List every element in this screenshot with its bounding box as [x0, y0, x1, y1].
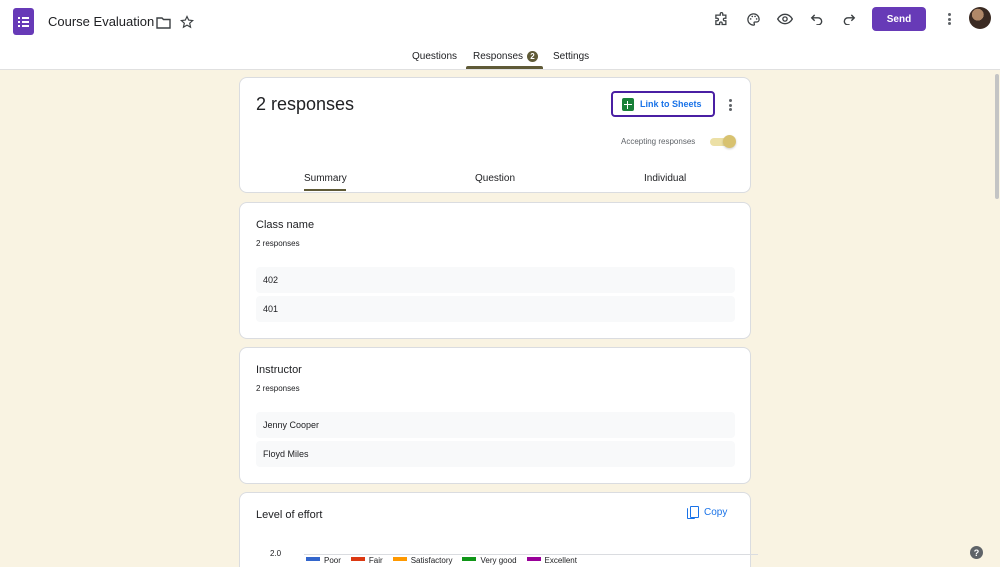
question-title: Instructor — [256, 364, 302, 376]
tab-questions[interactable]: Questions — [412, 51, 457, 62]
redo-icon[interactable] — [838, 8, 860, 30]
legend-item-excellent: Excellent — [526, 556, 577, 565]
legend-item-poor: Poor — [306, 556, 341, 565]
scroll-thumb[interactable] — [995, 74, 999, 199]
chart-legend: Poor Fair Satisfactory Very good Excelle… — [306, 556, 577, 565]
copy-chart-button[interactable]: Copy — [687, 506, 727, 519]
tab-settings[interactable]: Settings — [553, 51, 589, 62]
copy-icon — [687, 506, 699, 519]
legend-item-very-good: Very good — [462, 556, 517, 565]
palette-icon[interactable] — [742, 8, 764, 30]
form-title[interactable]: Course Evaluation — [48, 14, 154, 29]
addon-icon[interactable] — [710, 8, 732, 30]
copy-label: Copy — [704, 507, 728, 518]
chart-gridline — [304, 554, 758, 555]
effort-chart: 2.0 Poor Fair Satisfactory Very good Exc… — [256, 543, 758, 567]
star-icon[interactable] — [176, 11, 198, 33]
active-tab-indicator — [466, 66, 543, 69]
subtab-summary[interactable]: Summary — [304, 173, 347, 184]
accepting-responses-toggle[interactable] — [710, 135, 736, 148]
accepting-responses-label: Accepting responses — [621, 137, 696, 146]
preview-icon[interactable] — [774, 8, 796, 30]
legend-swatch — [526, 557, 541, 561]
legend-swatch — [462, 557, 477, 561]
page-scrollbar[interactable] — [994, 70, 1000, 567]
link-to-sheets-button[interactable]: Link to Sheets — [611, 91, 715, 117]
question-title: Class name — [256, 219, 315, 231]
help-icon[interactable]: ? — [970, 546, 983, 559]
question-card-level-of-effort: Level of effort Copy 2.0 Poor Fair Satis… — [239, 492, 758, 567]
forms-icon[interactable] — [13, 8, 34, 35]
question-response-count: 2 responses — [256, 384, 300, 393]
legend-swatch — [306, 557, 320, 561]
tab-responses[interactable]: Responses — [473, 51, 523, 62]
responses-count: 2 responses — [256, 94, 355, 114]
answer-item: 402 — [256, 267, 735, 293]
folder-icon[interactable] — [152, 11, 174, 33]
answer-item: 401 — [256, 296, 735, 322]
send-button[interactable]: Send — [872, 7, 926, 31]
y-axis-tick: 2.0 — [270, 549, 282, 558]
legend-swatch — [350, 557, 365, 561]
sheets-icon — [622, 97, 634, 111]
active-subtab-indicator — [304, 189, 346, 191]
legend-item-fair: Fair — [350, 556, 383, 565]
question-card-instructor: Instructor 2 responses Jenny Cooper Floy… — [239, 347, 751, 484]
question-title: Level of effort — [256, 509, 323, 521]
undo-icon[interactable] — [806, 8, 828, 30]
legend-swatch — [392, 557, 407, 561]
question-response-count: 2 responses — [256, 239, 300, 248]
responses-more-icon[interactable] — [724, 98, 736, 112]
legend-item-satisfactory: Satisfactory — [392, 556, 452, 565]
subtab-question[interactable]: Question — [475, 173, 515, 184]
more-vert-icon[interactable] — [943, 12, 955, 26]
link-to-sheets-label: Link to Sheets — [640, 99, 702, 109]
answer-item: Floyd Miles — [256, 441, 735, 467]
answer-item: Jenny Cooper — [256, 412, 735, 438]
subtab-individual[interactable]: Individual — [644, 173, 686, 184]
avatar[interactable] — [969, 7, 991, 29]
responses-summary-card: 2 responses Link to Sheets Accepting res… — [239, 77, 751, 193]
responses-count-badge: 2 — [527, 51, 538, 62]
question-card-class-name: Class name 2 responses 402 401 — [239, 202, 751, 339]
